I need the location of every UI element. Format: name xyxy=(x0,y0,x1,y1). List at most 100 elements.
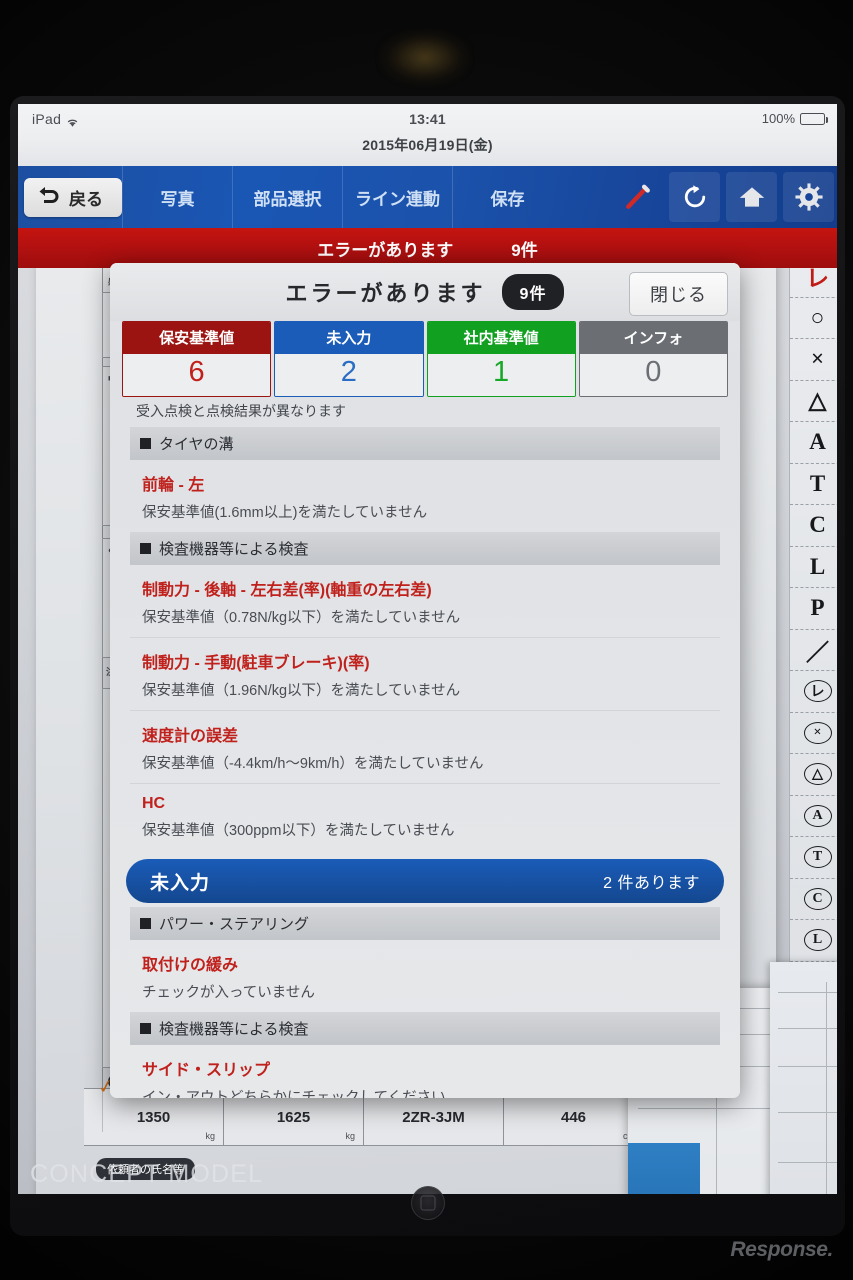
home-button[interactable] xyxy=(410,1186,445,1220)
modal-header: エラーがあります 9件 閉じる xyxy=(110,263,740,321)
error-title: 前輪 - 左 xyxy=(142,477,205,494)
list-item[interactable]: 取付けの緩み チェックが入っていません xyxy=(130,940,720,1012)
refresh-icon[interactable] xyxy=(669,172,720,222)
legend-symbol-a: A xyxy=(790,422,837,464)
tertiary-document xyxy=(770,962,837,1194)
close-button[interactable]: 閉じる xyxy=(629,272,728,316)
back-button-label: 戻る xyxy=(69,189,103,209)
error-title: 制動力 - 手動(駐車ブレーキ)(率) xyxy=(142,655,370,672)
bullet-square-icon xyxy=(140,543,151,554)
battery-percent-label: 100% xyxy=(761,111,795,126)
category-not-entered[interactable]: 未入力 2 xyxy=(274,321,424,397)
source-logo: Response. xyxy=(730,1238,833,1261)
legend-symbol-circle: ○ xyxy=(790,298,837,339)
error-title: 取付けの緩み xyxy=(142,957,239,974)
legend-symbol-cross: × xyxy=(790,339,837,381)
list-item[interactable]: 速度計の誤差 保安基準値（-4.4km/h〜9km/h）を満たしていません xyxy=(130,710,720,783)
error-title: 速度計の誤差 xyxy=(142,728,239,745)
category-safety-standard-label: 保安基準値 xyxy=(123,322,271,354)
toolbar-item-photo-label: 写真 xyxy=(160,189,195,209)
category-not-entered-value: 2 xyxy=(275,354,423,396)
legend-symbol-p: P xyxy=(790,588,837,630)
category-summary-row: 保安基準値 6 未入力 2 社内基準値 1 インフォ 0 xyxy=(110,321,740,397)
toolbar-item-line-link-label: ライン連動 xyxy=(355,189,440,209)
legend-circled-c: C xyxy=(790,879,837,920)
legend-symbol-triangle: △ xyxy=(790,381,837,422)
list-item[interactable]: 制動力 - 後軸 - 左右差(率)(軸重の左右差) 保安基準値（0.78N/kg… xyxy=(130,565,720,637)
legend-circled-cross: × xyxy=(790,713,837,754)
modal-count-badge: 9件 xyxy=(501,274,565,310)
group-heading-equipment-inspection: 検査機器等による検査 xyxy=(130,532,720,565)
list-item[interactable]: HC 保安基準値（300ppm以下）を満たしていません xyxy=(130,783,720,850)
gear-icon[interactable] xyxy=(783,172,834,222)
error-desc: 保安基準値（-4.4km/h〜9km/h）を満たしていません xyxy=(142,756,484,772)
error-desc: チェックが入っていません xyxy=(142,985,315,1001)
group-heading-power-steering: パワー・ステアリング xyxy=(130,907,720,940)
legend-symbol-check: レ xyxy=(790,268,837,298)
category-info-label: インフォ xyxy=(579,322,727,354)
bullet-square-icon xyxy=(140,1023,151,1034)
legend-circled-t: T xyxy=(790,837,837,879)
legend-symbol-t: T xyxy=(790,464,837,505)
toolbar-item-parts-select[interactable]: 部品選択 xyxy=(232,166,342,228)
status-bar: iPad 13:41 2015年06月19日(金) 100% xyxy=(18,104,837,166)
battery-icon xyxy=(800,112,828,125)
bullet-square-icon xyxy=(140,918,151,929)
error-desc: 保安基準値(1.6mm以上)を満たしていません xyxy=(142,505,428,521)
list-item[interactable]: サイド・スリップ イン・アウトどちらかにチェックしてください xyxy=(130,1045,720,1098)
group-heading-equipment-inspection-2: 検査機器等による検査 xyxy=(130,1012,720,1045)
status-bar-time: 13:41 xyxy=(409,111,446,127)
ipad-screen: iPad 13:41 2015年06月19日(金) 100% 戻る 写真 部品選… xyxy=(18,104,837,1194)
back-button-wrap: 戻る xyxy=(18,166,122,228)
category-safety-standard-value: 6 xyxy=(123,354,271,396)
legend-symbol-l: L xyxy=(790,547,837,588)
modal-title: エラーがあります xyxy=(285,281,486,306)
back-button[interactable]: 戻る xyxy=(24,177,122,217)
legend-circled-l: L xyxy=(790,920,837,962)
light-reflection-top xyxy=(380,30,470,85)
category-safety-standard[interactable]: 保安基準値 6 xyxy=(122,321,272,397)
list-item[interactable]: 制動力 - 手動(駐車ブレーキ)(率) 保安基準値（1.96N/kg以下）を満た… xyxy=(130,637,720,710)
section-banner-not-entered[interactable]: 未入力 2 件あります xyxy=(126,859,724,903)
toolbar-item-parts-select-label: 部品選択 xyxy=(253,189,322,209)
legend-symbol-c: C xyxy=(790,505,837,547)
ipad-device: iPad 13:41 2015年06月19日(金) 100% 戻る 写真 部品選… xyxy=(10,96,845,1236)
legend-circled-a: A xyxy=(790,796,837,837)
category-internal-standard[interactable]: 社内基準値 1 xyxy=(426,321,576,397)
status-bar-date: 2015年06月19日(金) xyxy=(362,137,493,153)
toolbar-item-save-label: 保存 xyxy=(490,189,525,209)
concept-model-watermark: CONCEPT MODEL xyxy=(30,1160,264,1188)
error-desc: 保安基準値（0.78N/kg以下）を満たしていません xyxy=(142,610,461,626)
toolbar-item-line-link[interactable]: ライン連動 xyxy=(342,166,452,228)
error-desc: 保安基準値（1.96N/kg以下）を満たしていません xyxy=(142,683,461,699)
section-banner-not-entered-label: 未入力 xyxy=(150,872,211,894)
error-title: 制動力 - 後軸 - 左右差(率)(軸重の左右差) xyxy=(142,582,432,599)
error-desc: 保安基準値（300ppm以下）を満たしていません xyxy=(142,823,455,839)
category-info-value: 0 xyxy=(579,354,727,396)
bullet-square-icon xyxy=(140,438,151,449)
home-icon[interactable] xyxy=(726,172,777,222)
category-internal-standard-value: 1 xyxy=(427,354,575,396)
category-internal-standard-label: 社内基準値 xyxy=(427,322,575,354)
legend-symbol-slash: ／ xyxy=(790,630,837,671)
group-heading-tire-groove: タイヤの溝 xyxy=(130,427,720,460)
error-title: HC xyxy=(142,795,166,812)
toolbar-item-save[interactable]: 保存 xyxy=(452,166,562,228)
list-item[interactable]: 前輪 - 左 保安基準値(1.6mm以上)を満たしていません xyxy=(130,460,720,532)
category-not-entered-label: 未入力 xyxy=(275,322,423,354)
legend-circled-check: レ xyxy=(790,671,837,713)
error-alert-count: 9件 xyxy=(511,240,538,260)
error-list[interactable]: タイヤの溝 前輪 - 左 保安基準値(1.6mm以上)を満たしていません 検査機… xyxy=(110,427,740,1098)
category-info[interactable]: インフォ 0 xyxy=(578,321,728,397)
legend-circled-triangle: △ xyxy=(790,754,837,796)
undo-arrow-icon xyxy=(38,186,60,209)
status-bar-right: 100% xyxy=(761,111,828,126)
error-desc: イン・アウトどちらかにチェックしてください xyxy=(142,1090,446,1098)
error-alert-bar[interactable]: エラーがあります 9件 xyxy=(18,228,837,268)
error-modal-dialog: エラーがあります 9件 閉じる 保安基準値 6 未入力 2 社内基準値 1 イン… xyxy=(110,263,740,1098)
pencil-icon[interactable] xyxy=(609,166,666,228)
modal-note: 受入点検と点検結果が異なります xyxy=(136,403,346,419)
section-banner-not-entered-count: 2 件あります xyxy=(603,875,700,892)
toolbar-item-photo[interactable]: 写真 xyxy=(122,166,232,228)
